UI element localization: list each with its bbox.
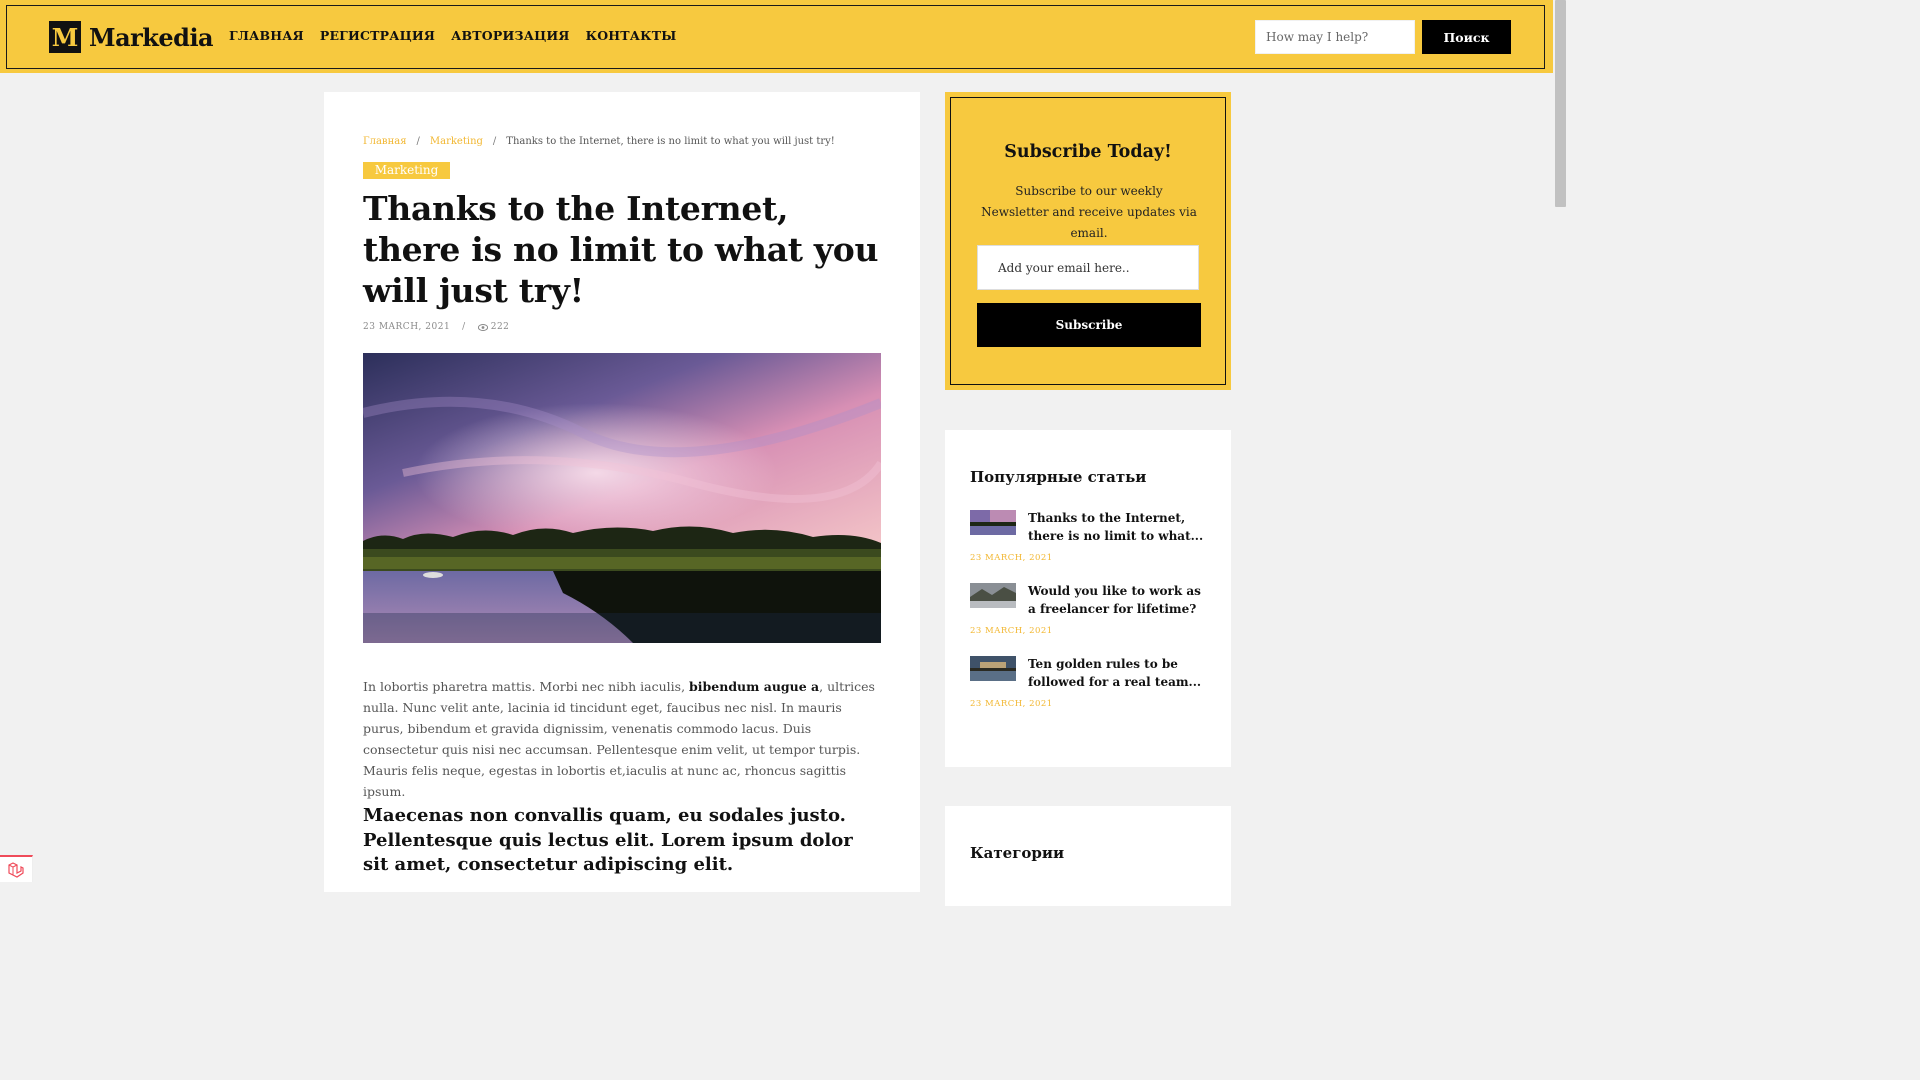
post-thumbnail[interactable] [970, 583, 1016, 608]
nav-home[interactable]: ГЛАВНАЯ [229, 28, 304, 43]
popular-title: Популярные статьи [970, 468, 1147, 486]
email-field[interactable] [977, 245, 1199, 290]
nav-register[interactable]: РЕГИСТРАЦИЯ [320, 28, 435, 43]
main-nav: ГЛАВНАЯ РЕГИСТРАЦИЯ АВТОРИЗАЦИЯ КОНТАКТЫ [229, 28, 676, 43]
article-subheading: Maecenas non convallis quam, eu sodales … [363, 805, 853, 875]
body-text-2: , ultrices nulla. Nunc velit ante, lacin… [363, 679, 875, 799]
header-frame: M Markedia ГЛАВНАЯ РЕГИСТРАЦИЯ АВТОРИЗАЦ… [6, 5, 1545, 69]
search-button[interactable]: Поиск [1422, 20, 1511, 54]
hero-image [363, 353, 881, 643]
subscribe-description: Subscribe to our weekly Newsletter and r… [981, 184, 1197, 240]
debug-badge[interactable] [0, 855, 33, 882]
search-input[interactable] [1255, 20, 1415, 54]
popular-posts-widget: Популярные статьи Thanks to the Internet… [945, 430, 1231, 767]
categories-widget: Категории [945, 806, 1231, 906]
breadcrumb-current: Thanks to the Internet, there is no limi… [506, 136, 835, 147]
post-title[interactable]: Ten golden rules to be followed for a re… [1028, 655, 1208, 691]
views-count: 222 [477, 322, 510, 332]
post-title[interactable]: Would you like to work as a freelancer f… [1028, 582, 1208, 618]
article-title: Thanks to the Internet, there is no limi… [363, 189, 879, 310]
eye-icon [477, 323, 488, 331]
nav-login[interactable]: АВТОРИЗАЦИЯ [451, 28, 569, 43]
article-body: In lobortis pharetra mattis. Morbi nec n… [363, 676, 883, 802]
article-meta: 23 MARCH, 2021 / 222 [363, 322, 509, 332]
views-value: 222 [490, 322, 510, 332]
subscribe-widget: Subscribe Today! Subscribe to our weekly… [945, 92, 1231, 390]
brand-name: Markedia [89, 22, 214, 52]
article-card: Главная / Marketing / Thanks to the Inte… [324, 92, 920, 892]
scrollbar-thumb[interactable] [1555, 0, 1566, 207]
logo-icon: M [49, 21, 81, 53]
breadcrumb-separator: / [416, 136, 420, 147]
body-bold-link: bibendum augue a [689, 679, 820, 694]
post-title[interactable]: Thanks to the Internet, there is no limi… [1028, 509, 1208, 545]
post-thumbnail[interactable] [970, 656, 1016, 681]
body-text-1: In lobortis pharetra mattis. Morbi nec n… [363, 679, 690, 694]
post-date: 23 MARCH, 2021 [970, 553, 1053, 563]
article-date[interactable]: 23 MARCH, 2021 [363, 322, 450, 332]
meta-separator: / [462, 322, 466, 332]
category-tag[interactable]: Marketing [363, 162, 450, 179]
breadcrumb-separator: / [492, 136, 497, 147]
site-logo[interactable]: M Markedia [49, 21, 214, 53]
categories-title: Категории [970, 844, 1065, 862]
post-date: 23 MARCH, 2021 [970, 699, 1053, 709]
subscribe-frame: Subscribe Today! Subscribe to our weekly… [950, 97, 1226, 385]
post-date: 23 MARCH, 2021 [970, 626, 1053, 636]
breadcrumb: Главная / Marketing / Thanks to the Inte… [363, 136, 835, 147]
nav-contacts[interactable]: КОНТАКТЫ [586, 28, 677, 43]
site-header: M Markedia ГЛАВНАЯ РЕГИСТРАЦИЯ АВТОРИЗАЦ… [0, 0, 1553, 73]
subscribe-button[interactable]: Subscribe [977, 303, 1201, 347]
subscribe-title: Subscribe Today! [1004, 142, 1172, 162]
breadcrumb-home[interactable]: Главная [363, 136, 407, 147]
framework-logo-icon [8, 861, 24, 878]
breadcrumb-category[interactable]: Marketing [430, 136, 483, 147]
post-thumbnail[interactable] [970, 510, 1016, 535]
